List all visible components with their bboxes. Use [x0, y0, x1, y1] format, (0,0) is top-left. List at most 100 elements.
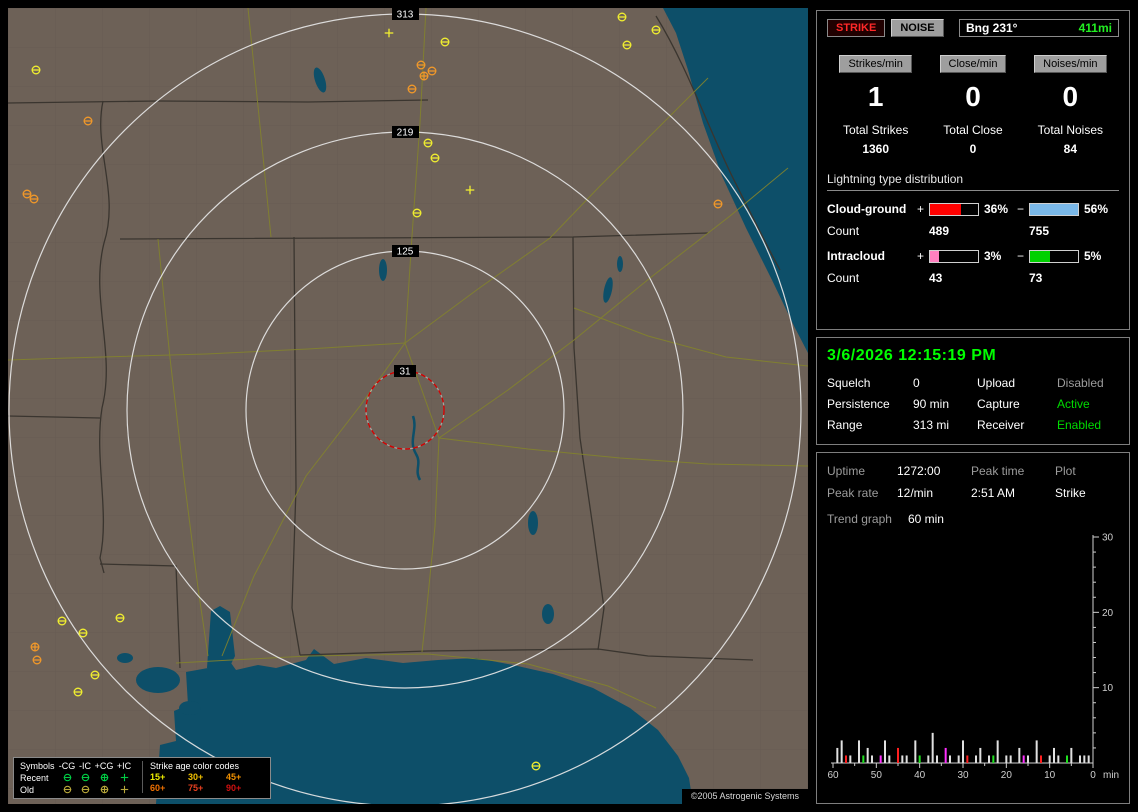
count-label: Count: [827, 224, 860, 238]
plus-sign: +: [917, 202, 925, 216]
cloud-ground-label: Cloud-ground: [827, 202, 907, 216]
cg-neg-pct: 56%: [1084, 202, 1109, 216]
intracloud-counts: Count 43 73: [827, 271, 1119, 285]
svg-text:50: 50: [871, 770, 883, 781]
distribution-title: Lightning type distribution: [827, 172, 1119, 191]
legend-recent-label: Recent: [20, 772, 49, 783]
trend-box: Uptime 1272:00 Peak time Plot Peak rate …: [816, 452, 1130, 804]
map-panel: 313 219 125 31 Symbols -CG -IC +CG +IC R…: [8, 8, 808, 804]
receiver-label: Receiver: [977, 418, 1025, 432]
age-code-15: 15+: [150, 772, 166, 782]
ic-pos-count: 43: [929, 271, 943, 285]
old-pos-cg-icon: [94, 784, 114, 795]
age-code-75: 75+: [188, 783, 204, 793]
legend-symbols-header: Symbols: [20, 761, 55, 771]
trend-graph-header: Trend graph 60 min: [827, 512, 1119, 526]
uptime-value: 1272:00: [897, 464, 941, 478]
plot-value: Strike: [1055, 486, 1086, 500]
count-label: Count: [827, 271, 860, 285]
svg-text:10: 10: [1044, 770, 1056, 781]
copyright: ©2005 Astrogenic Systems: [681, 789, 808, 804]
svg-text:40: 40: [914, 770, 926, 781]
svg-text:30: 30: [957, 770, 969, 781]
peak-rate-label: Peak rate: [827, 486, 879, 500]
squelch-label: Squelch: [827, 376, 871, 390]
plot-label: Plot: [1055, 464, 1076, 478]
svg-text:30: 30: [1102, 533, 1114, 544]
total-close-value: 0: [969, 142, 977, 156]
rate-grid: Strikes/min Close/min Noises/min 1 0 0 T…: [827, 55, 1119, 156]
age-code-90: 90+: [226, 783, 242, 793]
ic-neg-count: 73: [1029, 271, 1043, 285]
strike-indicator[interactable]: STRIKE: [827, 19, 886, 37]
plus-sign: +: [917, 249, 925, 263]
svg-text:0: 0: [1090, 770, 1096, 781]
bearing-display: Bng 231° 411mi: [959, 19, 1119, 37]
strike-stats-box: STRIKE NOISE Bng 231° 411mi Strikes/min …: [816, 10, 1130, 330]
noise-indicator[interactable]: NOISE: [891, 19, 944, 37]
total-close-label: Total Close: [943, 123, 1003, 137]
old-neg-ic-icon: [76, 784, 94, 795]
intracloud-row: Intracloud + 3% − 5%: [827, 249, 1119, 263]
intracloud-label: Intracloud: [827, 249, 886, 263]
ic-neg-pct: 5%: [1084, 249, 1102, 263]
cloud-ground-row: Cloud-ground + 36% − 56%: [827, 202, 1119, 216]
trend-graph-label: Trend graph: [827, 512, 892, 526]
trend-graph: 10 20 30 0 10 20 30 40 50 60 min: [827, 533, 1119, 782]
capture-label: Capture: [977, 397, 1020, 411]
ring-label-125: 125: [397, 247, 414, 258]
total-strikes-value: 1360: [862, 142, 890, 156]
strikes-per-min-header[interactable]: Strikes/min: [839, 55, 912, 73]
upload-status: Disabled: [1057, 376, 1104, 390]
legend-col-pos-cg: +CG: [94, 761, 114, 771]
range-value: 313 mi: [913, 418, 950, 432]
svg-text:60: 60: [827, 770, 839, 781]
strike-symbol: [30, 642, 40, 652]
age-code-30: 30+: [188, 772, 204, 782]
legend-col-pos-ic: +IC: [116, 761, 132, 771]
status-box: 3/6/2026 12:15:19 PM Squelch 0 Upload Di…: [816, 337, 1130, 445]
strikes-per-min-value: 1: [867, 81, 884, 112]
total-strikes-label: Total Strikes: [842, 123, 909, 137]
recent-neg-ic-icon: [76, 772, 94, 783]
ic-pos-pct: 3%: [984, 249, 1002, 263]
close-per-min-value: 0: [965, 81, 981, 112]
ring-label-219: 219: [397, 128, 414, 139]
total-noises-label: Total Noises: [1037, 123, 1104, 137]
ring-label-31: 31: [399, 367, 411, 378]
legend-age-header: Strike age color codes: [150, 761, 240, 771]
uptime-label: Uptime: [827, 464, 866, 478]
range-label: Range: [827, 418, 863, 432]
trend-window-value: 60 min: [907, 512, 944, 526]
cg-pos-pct: 36%: [984, 202, 1009, 216]
noises-per-min-header[interactable]: Noises/min: [1034, 55, 1107, 73]
svg-text:20: 20: [1102, 608, 1114, 619]
status-grid: Squelch 0 Upload Disabled Persistence 90…: [827, 376, 1119, 432]
peak-rate-value: 12/min: [897, 486, 934, 500]
peak-time-value: 2:51 AM: [971, 486, 1016, 500]
strike-symbol: [419, 71, 429, 81]
receiver-status: Enabled: [1057, 418, 1102, 432]
legend-old-label: Old: [20, 784, 35, 795]
ic-neg-bar: [1029, 249, 1079, 263]
app-window: 313 219 125 31 Symbols -CG -IC +CG +IC R…: [0, 0, 1138, 812]
ring-label-313: 313: [397, 10, 414, 21]
minus-sign: −: [1017, 202, 1025, 216]
legend-col-neg-ic: -IC: [79, 761, 91, 771]
recent-pos-cg-icon: [94, 772, 114, 783]
svg-text:10: 10: [1102, 683, 1114, 694]
datetime-display: 3/6/2026 12:15:19 PM: [827, 347, 997, 364]
age-code-45: 45+: [226, 772, 242, 782]
old-neg-cg-icon: [58, 784, 76, 795]
cg-pos-bar: [929, 202, 979, 216]
side-panel: STRIKE NOISE Bng 231° 411mi Strikes/min …: [816, 10, 1130, 804]
legend-col-neg-cg: -CG: [58, 761, 76, 771]
close-per-min-header[interactable]: Close/min: [939, 55, 1007, 73]
ic-pos-bar: [929, 249, 979, 263]
distance-value: 411mi: [1078, 21, 1112, 35]
cloud-ground-counts: Count 489 755: [827, 224, 1119, 238]
lightning-map[interactable]: 313 219 125 31: [8, 8, 808, 804]
svg-text:min: min: [1103, 770, 1119, 781]
upload-label: Upload: [977, 376, 1016, 390]
svg-text:20: 20: [1001, 770, 1013, 781]
